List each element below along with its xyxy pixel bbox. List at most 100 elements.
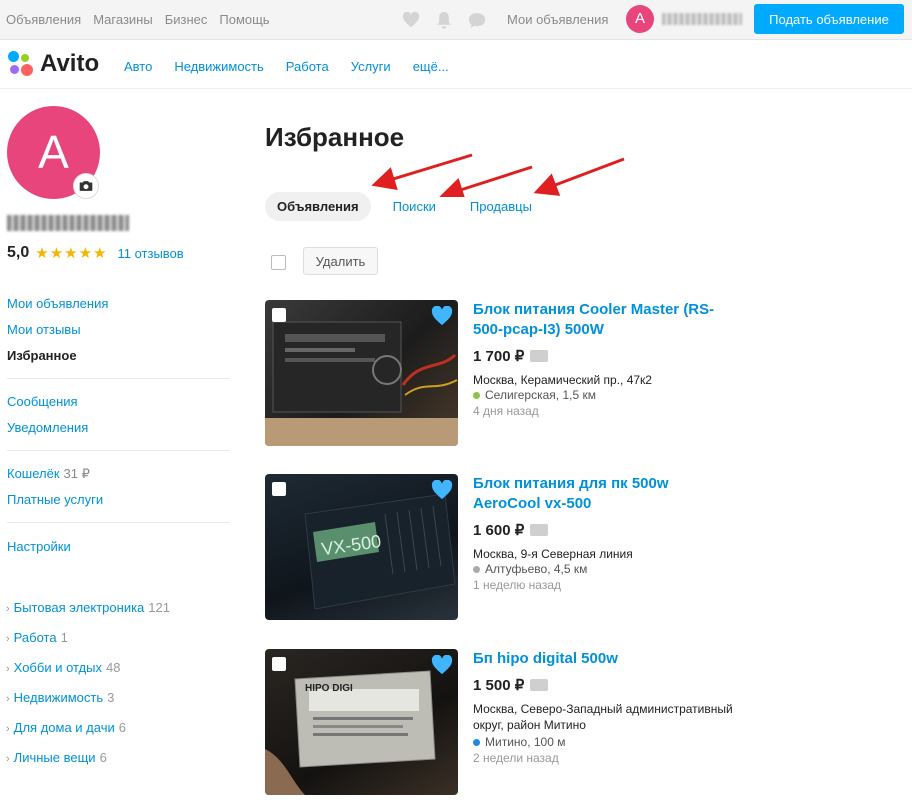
nav-services[interactable]: Услуги: [351, 59, 391, 74]
sidebar-divider: [7, 378, 229, 379]
red-arrows-annotation: [371, 153, 625, 197]
top-nav-help[interactable]: Помощь: [219, 12, 269, 27]
listing-photo[interactable]: HIPO DIGI: [265, 649, 458, 795]
chevron-right-icon: ›: [6, 723, 10, 735]
listing-card: VX-500 Блок питания для пк 500w AeroCool…: [265, 474, 725, 620]
sidebar-divider: [7, 522, 229, 523]
top-nav-shops[interactable]: Магазины: [93, 12, 153, 27]
category-label: Недвижимость: [13, 690, 104, 705]
top-my-ads-link[interactable]: Мои объявления: [507, 12, 608, 27]
listing-time: 2 недели назад: [473, 751, 559, 765]
favorite-heart-icon[interactable]: [431, 305, 453, 326]
category-count: 1: [60, 630, 68, 645]
sidebar-favorites[interactable]: Избранное: [7, 348, 77, 363]
listing-photo[interactable]: VX-500: [265, 474, 458, 620]
category-jobs[interactable]: › Работа 1: [6, 630, 68, 645]
sidebar-my-ads[interactable]: Мои объявления: [7, 296, 108, 311]
tab-ads[interactable]: Объявления: [265, 192, 371, 221]
metro-dot-icon: [473, 738, 480, 746]
listing-checkbox[interactable]: [272, 308, 286, 322]
category-label: Хобби и отдых: [13, 660, 102, 675]
select-all-checkbox[interactable]: [271, 255, 286, 270]
category-count: 3: [107, 690, 115, 705]
listing-photo[interactable]: [265, 300, 458, 446]
reviews-link[interactable]: 11 отзывов: [118, 246, 184, 261]
metro-dot-icon: [473, 391, 480, 399]
chevron-right-icon: ›: [6, 753, 10, 765]
nav-more[interactable]: ещё...: [413, 59, 449, 74]
profile-rating: 5,0 ★★★★★ 11 отзывов: [7, 244, 184, 262]
post-ad-button[interactable]: Подать объявление: [754, 4, 904, 34]
price-value: 1 500 ₽: [473, 677, 525, 694]
top-avatar[interactable]: А: [626, 5, 654, 33]
category-home[interactable]: › Для дома и дачи 6: [6, 720, 126, 735]
listing-title[interactable]: Блок питания Cooler Master (RS-500-pcap-…: [473, 300, 723, 340]
chevron-right-icon: ›: [6, 633, 10, 645]
sidebar-paid-services[interactable]: Платные услуги: [7, 492, 103, 507]
category-count: 6: [99, 750, 107, 765]
sidebar-my-reviews[interactable]: Мои отзывы: [7, 322, 81, 337]
metro-dot-icon: [473, 565, 480, 573]
psu-photo-icon: HIPO DIGI: [265, 670, 436, 795]
chevron-right-icon: ›: [6, 603, 10, 615]
profile-username-blurred: [7, 215, 129, 231]
sidebar-notifications[interactable]: Уведомления: [7, 420, 88, 435]
top-nav-business[interactable]: Бизнес: [165, 12, 208, 27]
sidebar-settings[interactable]: Настройки: [7, 539, 71, 554]
main-nav: Авто Недвижимость Работа Услуги ещё...: [124, 59, 449, 74]
heart-icon[interactable]: [402, 11, 420, 33]
thumb-brand-text: HIPO DIGI: [305, 683, 353, 694]
header-divider: [0, 88, 912, 89]
price-value: 1 600 ₽: [473, 522, 525, 539]
listing-title[interactable]: Блок питания для пк 500w AeroCool vx-500: [473, 474, 723, 514]
nav-realty[interactable]: Недвижимость: [174, 59, 263, 74]
listing-metro: Селигерская, 1,5 км: [473, 388, 596, 402]
listing-card: HIPO DIGI Бп hipo digital 500w 1 500 ₽ М…: [265, 649, 733, 795]
top-nav: Объявления Магазины Бизнес Помощь: [6, 12, 270, 27]
nav-auto[interactable]: Авто: [124, 59, 152, 74]
camera-icon[interactable]: [73, 173, 99, 199]
avito-logo[interactable]: Avito: [8, 50, 99, 78]
wallet-label: Кошелёк: [7, 466, 60, 481]
psu-photo-icon: VX-500: [304, 493, 456, 610]
delivery-truck-icon: [530, 350, 549, 362]
listing-time: 4 дня назад: [473, 404, 539, 418]
category-count: 6: [118, 720, 126, 735]
bell-icon[interactable]: [436, 11, 452, 34]
delete-button[interactable]: Удалить: [303, 247, 378, 275]
top-username-blurred[interactable]: [662, 13, 742, 25]
favorite-heart-icon[interactable]: [431, 654, 453, 675]
category-label: Работа: [13, 630, 57, 645]
chevron-right-icon: ›: [6, 693, 10, 705]
delivery-truck-icon: [530, 524, 549, 536]
chat-icon[interactable]: [468, 12, 486, 34]
category-realty[interactable]: › Недвижимость 3: [6, 690, 114, 705]
listing-address: Москва, Керамический пр., 47к2: [473, 373, 652, 387]
rating-value: 5,0: [7, 244, 30, 261]
price-value: 1 700 ₽: [473, 348, 525, 365]
psu-photo-icon: [265, 321, 458, 446]
listing-price: 1 500 ₽: [473, 676, 549, 694]
listing-metro: Митино, 100 м: [473, 735, 565, 749]
favorite-heart-icon[interactable]: [431, 479, 453, 500]
logo-text: Avito: [40, 50, 100, 77]
listing-title[interactable]: Бп hipo digital 500w: [473, 649, 723, 669]
listing-address: Москва, Северо-Западный административный…: [473, 702, 733, 732]
sidebar-messages[interactable]: Сообщения: [7, 394, 78, 409]
sidebar-wallet[interactable]: Кошелёк 31 ₽: [7, 466, 90, 482]
top-nav-ads[interactable]: Объявления: [6, 12, 81, 27]
listing-address: Москва, 9-я Северная линия: [473, 547, 633, 561]
category-personal[interactable]: › Личные вещи 6: [6, 750, 107, 765]
nav-jobs[interactable]: Работа: [286, 59, 329, 74]
wallet-value: 31 ₽: [63, 466, 90, 481]
listing-checkbox[interactable]: [272, 482, 286, 496]
listing-price: 1 600 ₽: [473, 521, 549, 539]
category-count: 48: [105, 660, 121, 675]
category-electronics[interactable]: › Бытовая электроника 121: [6, 600, 170, 615]
metro-name: Алтуфьево, 4,5 км: [485, 562, 588, 576]
category-hobby[interactable]: › Хобби и отдых 48: [6, 660, 120, 675]
listing-checkbox[interactable]: [272, 657, 286, 671]
delivery-truck-icon: [530, 679, 549, 691]
category-label: Для дома и дачи: [13, 720, 115, 735]
metro-name: Селигерская, 1,5 км: [485, 388, 596, 402]
